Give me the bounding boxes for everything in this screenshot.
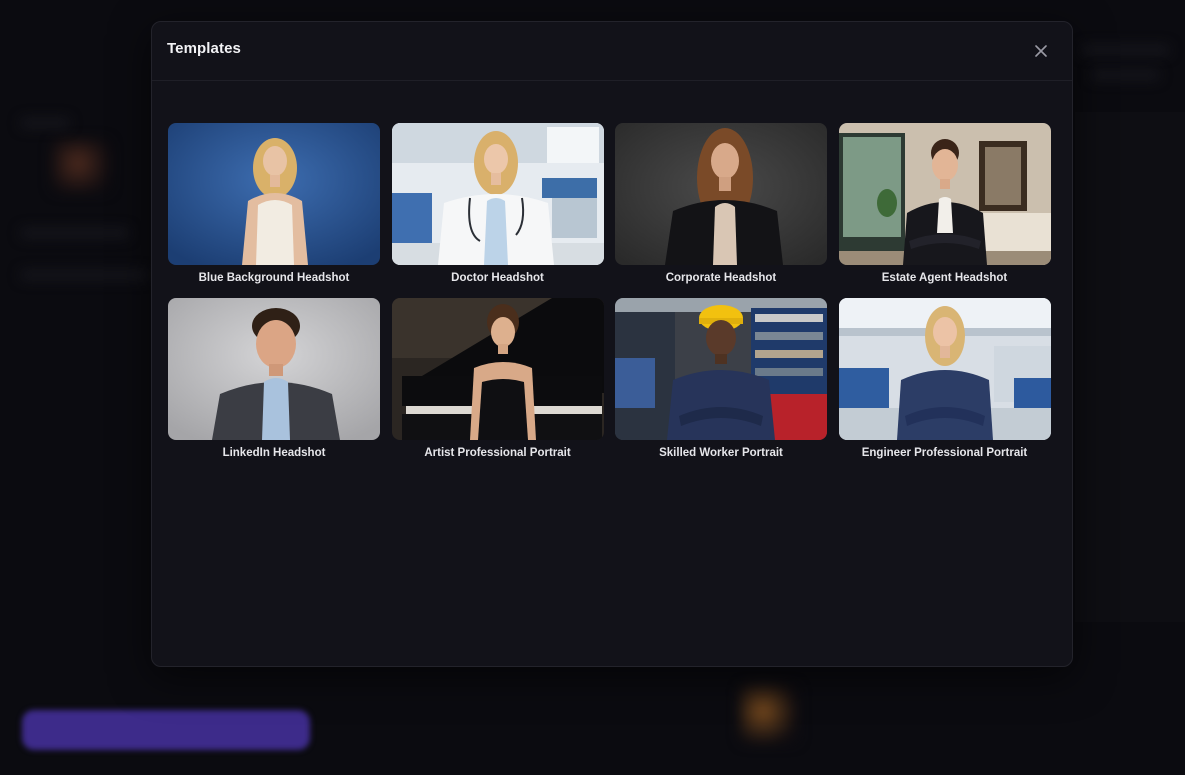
template-label: Skilled Worker Portrait bbox=[659, 447, 783, 459]
template-card-engineer[interactable]: Engineer Professional Portrait bbox=[838, 298, 1051, 473]
template-label: Corporate Headshot bbox=[665, 272, 777, 284]
close-button[interactable] bbox=[1030, 40, 1052, 62]
template-thumbnail bbox=[168, 123, 380, 265]
template-card-artist[interactable]: Artist Professional Portrait bbox=[391, 298, 604, 473]
background-text bbox=[20, 270, 150, 280]
background-thumbnail bbox=[740, 685, 798, 743]
template-label: Artist Professional Portrait bbox=[424, 447, 571, 459]
template-thumbnail bbox=[168, 298, 380, 440]
template-label: Engineer Professional Portrait bbox=[861, 447, 1028, 459]
template-label: LinkedIn Headshot bbox=[222, 447, 326, 459]
template-thumbnail bbox=[838, 298, 1051, 440]
templates-grid: Blue Background Headshot Doctor Headshot… bbox=[168, 123, 1051, 473]
templates-modal: Templates Blue Background Headshot Docto… bbox=[151, 21, 1073, 667]
template-card-corporate[interactable]: Corporate Headshot bbox=[615, 123, 827, 298]
modal-header: Templates bbox=[152, 22, 1072, 81]
template-card-doctor[interactable]: Doctor Headshot bbox=[391, 123, 604, 298]
close-icon bbox=[1035, 45, 1047, 57]
template-label: Doctor Headshot bbox=[451, 272, 544, 284]
template-thumbnail bbox=[391, 123, 604, 265]
template-label: Blue Background Headshot bbox=[198, 272, 350, 284]
template-label: Estate Agent Headshot bbox=[881, 272, 1008, 284]
background-text bbox=[20, 118, 70, 128]
modal-title: Templates bbox=[167, 40, 241, 57]
background-text bbox=[1090, 70, 1160, 80]
template-thumbnail bbox=[615, 298, 827, 440]
template-card-blue-background[interactable]: Blue Background Headshot bbox=[168, 123, 380, 298]
template-thumbnail bbox=[838, 123, 1051, 265]
template-thumbnail bbox=[615, 123, 827, 265]
template-thumbnail bbox=[391, 298, 604, 440]
template-card-skilled-worker[interactable]: Skilled Worker Portrait bbox=[615, 298, 827, 473]
background-text bbox=[20, 228, 130, 238]
template-card-linkedin[interactable]: LinkedIn Headshot bbox=[168, 298, 380, 473]
background-avatar bbox=[52, 140, 110, 192]
background-side-panel bbox=[1075, 112, 1185, 622]
template-card-estate-agent[interactable]: Estate Agent Headshot bbox=[838, 123, 1051, 298]
background-text bbox=[1080, 45, 1170, 55]
background-primary-button bbox=[22, 710, 310, 750]
